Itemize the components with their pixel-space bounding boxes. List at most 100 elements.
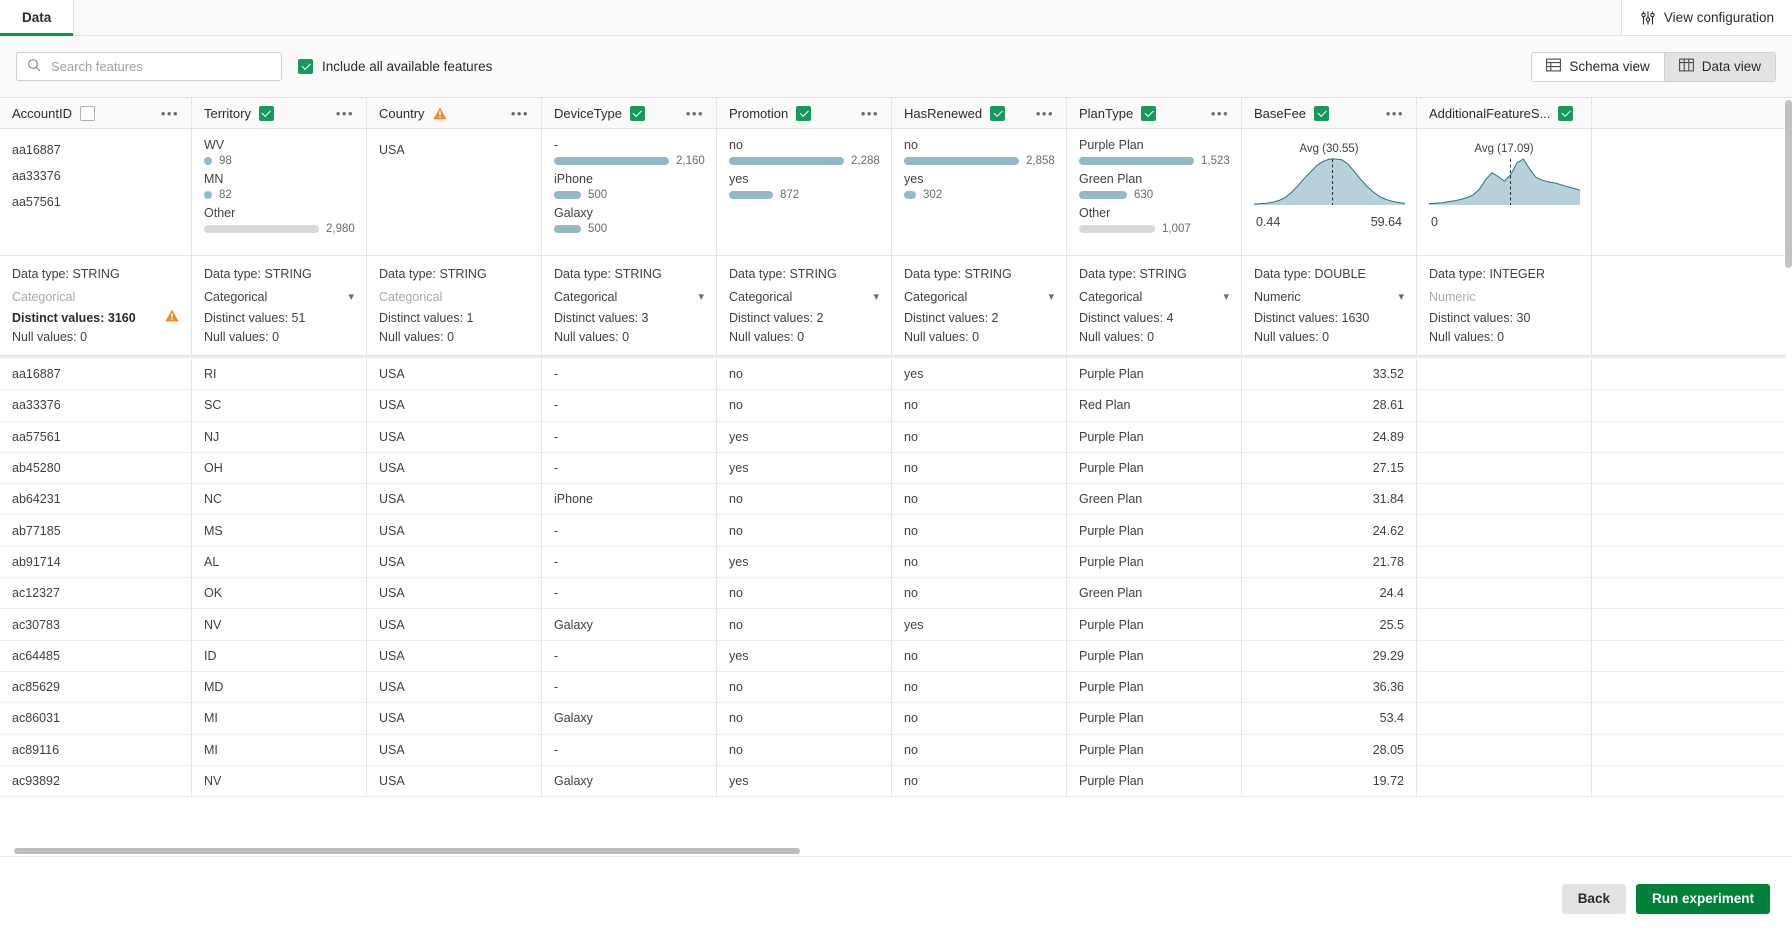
tab-data[interactable]: Data [0, 0, 75, 36]
column-meta-promotion: Data type: STRING Categorical ▾ Distinct va… [717, 256, 892, 355]
include-all-features-checkbox-box[interactable] [298, 59, 313, 74]
chevron-down-icon[interactable]: ▾ [698, 286, 704, 309]
column-distinct-values-label: Distinct values: 1 [379, 311, 474, 325]
chevron-down-icon[interactable]: ▾ [873, 286, 879, 309]
column-data-type: Data type: STRING [904, 267, 1012, 281]
table-row[interactable]: aa33376 SC USA - no no Red Plan 28.61 [0, 390, 1786, 422]
table-row[interactable]: aa16887 RI USA - no yes Purple Plan 33.52 [0, 359, 1786, 391]
table-row[interactable]: ac85629 MD USA - no no Purple Plan 36.36 [0, 671, 1786, 704]
column-distinct-values: Distinct values: 3160 [12, 309, 179, 328]
histogram-average-label: Avg (17.09) [1474, 143, 1534, 155]
include-all-features-label: Include all available features [322, 59, 493, 74]
column-menu-icon[interactable]: ••• [1036, 107, 1054, 120]
column-include-checkbox[interactable] [258, 105, 274, 121]
sample-value: aa57561 [12, 195, 61, 209]
column-distinct-values-label: Distinct values: 1630 [1254, 311, 1370, 325]
column-role-select[interactable]: Categorical ▾ [729, 286, 879, 309]
table-cell-promotion: yes [717, 640, 892, 671]
table-cell-devicetype: - [542, 546, 717, 578]
table-cell-territory: NV [192, 609, 367, 640]
table-cell-basefee: 28.61 [1242, 390, 1417, 421]
column-role-select: Categorical [379, 286, 529, 309]
back-button[interactable]: Back [1561, 883, 1626, 914]
column-include-checkbox[interactable] [629, 105, 645, 121]
search-input[interactable] [49, 58, 271, 75]
table-row[interactable]: ab77185 MS USA - no no Purple Plan 24.62 [0, 515, 1786, 547]
table-row[interactable]: ab64231 NC USA iPhone no no Green Plan 31.84 [0, 484, 1786, 516]
column-menu-icon[interactable]: ••• [1211, 107, 1229, 120]
histogram-average-label: Avg (30.55) [1299, 143, 1359, 155]
table-row[interactable]: ac12327 OK USA - no no Green Plan 24.4 [0, 578, 1786, 610]
table-cell-additionalfeaturespend [1417, 359, 1592, 390]
view-configuration-button[interactable]: View configuration [1620, 0, 1792, 35]
column-role-select[interactable]: Categorical ▾ [904, 286, 1054, 309]
column-menu-icon[interactable]: ••• [161, 107, 179, 120]
distribution-bar [204, 191, 212, 199]
table-row[interactable]: ac86031 MI USA Galaxy no no Purple Plan 53.4 [0, 703, 1786, 735]
table-row[interactable]: aa57561 NJ USA - yes no Purple Plan 24.89 [0, 421, 1786, 453]
chevron-down-icon[interactable]: ▾ [348, 286, 354, 309]
table-cell-accountid: ac86031 [0, 703, 192, 734]
topbar-spacer [74, 0, 1621, 35]
column-include-checkbox[interactable] [796, 105, 812, 121]
column-data-type: Data type: STRING [554, 267, 662, 281]
column-menu-icon[interactable]: ••• [861, 107, 879, 120]
column-role-select[interactable]: Categorical ▾ [204, 286, 354, 309]
table-cell-plantype: Purple Plan [1067, 671, 1242, 703]
column-role-label: Numeric [1254, 290, 1301, 304]
tab-data-label: Data [22, 10, 52, 25]
column-distinct-values: Distinct values: 3 [554, 309, 704, 328]
column-menu-icon[interactable]: ••• [511, 107, 529, 120]
horizontal-scrollbar-thumb[interactable] [14, 848, 800, 854]
table-cell-accountid: ac85629 [0, 671, 192, 703]
table-cell-devicetype: - [542, 359, 717, 390]
column-include-checkbox[interactable] [1314, 105, 1330, 121]
table-cell-devicetype: iPhone [542, 484, 717, 515]
column-data-type: Data type: STRING [12, 267, 120, 281]
include-all-features-checkbox[interactable]: Include all available features [298, 59, 492, 74]
table-cell-additionalfeaturespend [1417, 421, 1592, 452]
table-row[interactable]: ac93892 NV USA Galaxy yes no Purple Plan 19.72 [0, 765, 1786, 798]
column-menu-icon[interactable]: ••• [686, 107, 704, 120]
column-header-basefee: BaseFee ••• [1242, 98, 1417, 128]
column-menu-icon[interactable]: ••• [1386, 107, 1404, 120]
chevron-down-icon[interactable]: ▾ [1048, 286, 1054, 309]
distribution-bar-item: Galaxy 500 [554, 205, 704, 236]
table-cell-plantype: Purple Plan [1067, 609, 1242, 640]
column-include-checkbox[interactable] [79, 105, 95, 121]
table-row[interactable]: ac64485 ID USA - yes no Purple Plan 29.29 [0, 640, 1786, 672]
table-cell-territory: NV [192, 765, 367, 797]
distribution-bar-label: Other [204, 206, 236, 220]
vertical-scrollbar[interactable] [1785, 98, 1792, 856]
search-features-box[interactable] [16, 52, 282, 81]
column-role-select[interactable]: Categorical ▾ [1079, 286, 1229, 309]
table-cell-country: USA [367, 546, 542, 578]
table-row[interactable]: ab91714 AL USA - yes no Purple Plan 21.78 [0, 546, 1786, 579]
table-cell-country: USA [367, 421, 542, 452]
column-include-checkbox[interactable] [990, 105, 1006, 121]
column-role-select[interactable]: Categorical ▾ [554, 286, 704, 309]
table-cell-hasrenewed: no [892, 703, 1067, 734]
table-cell-promotion: no [717, 390, 892, 421]
data-view-button[interactable]: Data view [1663, 52, 1775, 81]
table-row[interactable]: ab45280 OH USA - yes no Purple Plan 27.15 [0, 452, 1786, 485]
top-tab-bar: Data View configuration [0, 0, 1792, 36]
distribution-bar [1079, 157, 1194, 165]
column-null-values: Null values: 0 [554, 328, 704, 347]
column-menu-icon[interactable]: ••• [336, 107, 354, 120]
schema-view-button[interactable]: Schema view [1532, 52, 1664, 81]
table-cell-plantype: Purple Plan [1067, 640, 1242, 671]
table-row[interactable]: ac30783 NV USA Galaxy no yes Purple Plan 25.5 [0, 609, 1786, 641]
table-row[interactable]: ac89116 MI USA - no no Purple Plan 28.05 [0, 734, 1786, 766]
chevron-down-icon[interactable]: ▾ [1398, 286, 1404, 309]
vertical-scrollbar-thumb[interactable] [1785, 100, 1792, 268]
column-role-select[interactable]: Numeric ▾ [1254, 286, 1404, 309]
column-distinct-values-label: Distinct values: 4 [1079, 311, 1174, 325]
column-include-checkbox[interactable] [1141, 105, 1157, 121]
chevron-down-icon[interactable]: ▾ [1223, 286, 1229, 309]
run-experiment-button[interactable]: Run experiment [1635, 883, 1770, 914]
column-include-checkbox[interactable] [1558, 105, 1574, 121]
table-cell-additionalfeaturespend [1417, 546, 1592, 578]
table-cell-hasrenewed: no [892, 765, 1067, 797]
horizontal-scrollbar[interactable] [0, 846, 1792, 856]
